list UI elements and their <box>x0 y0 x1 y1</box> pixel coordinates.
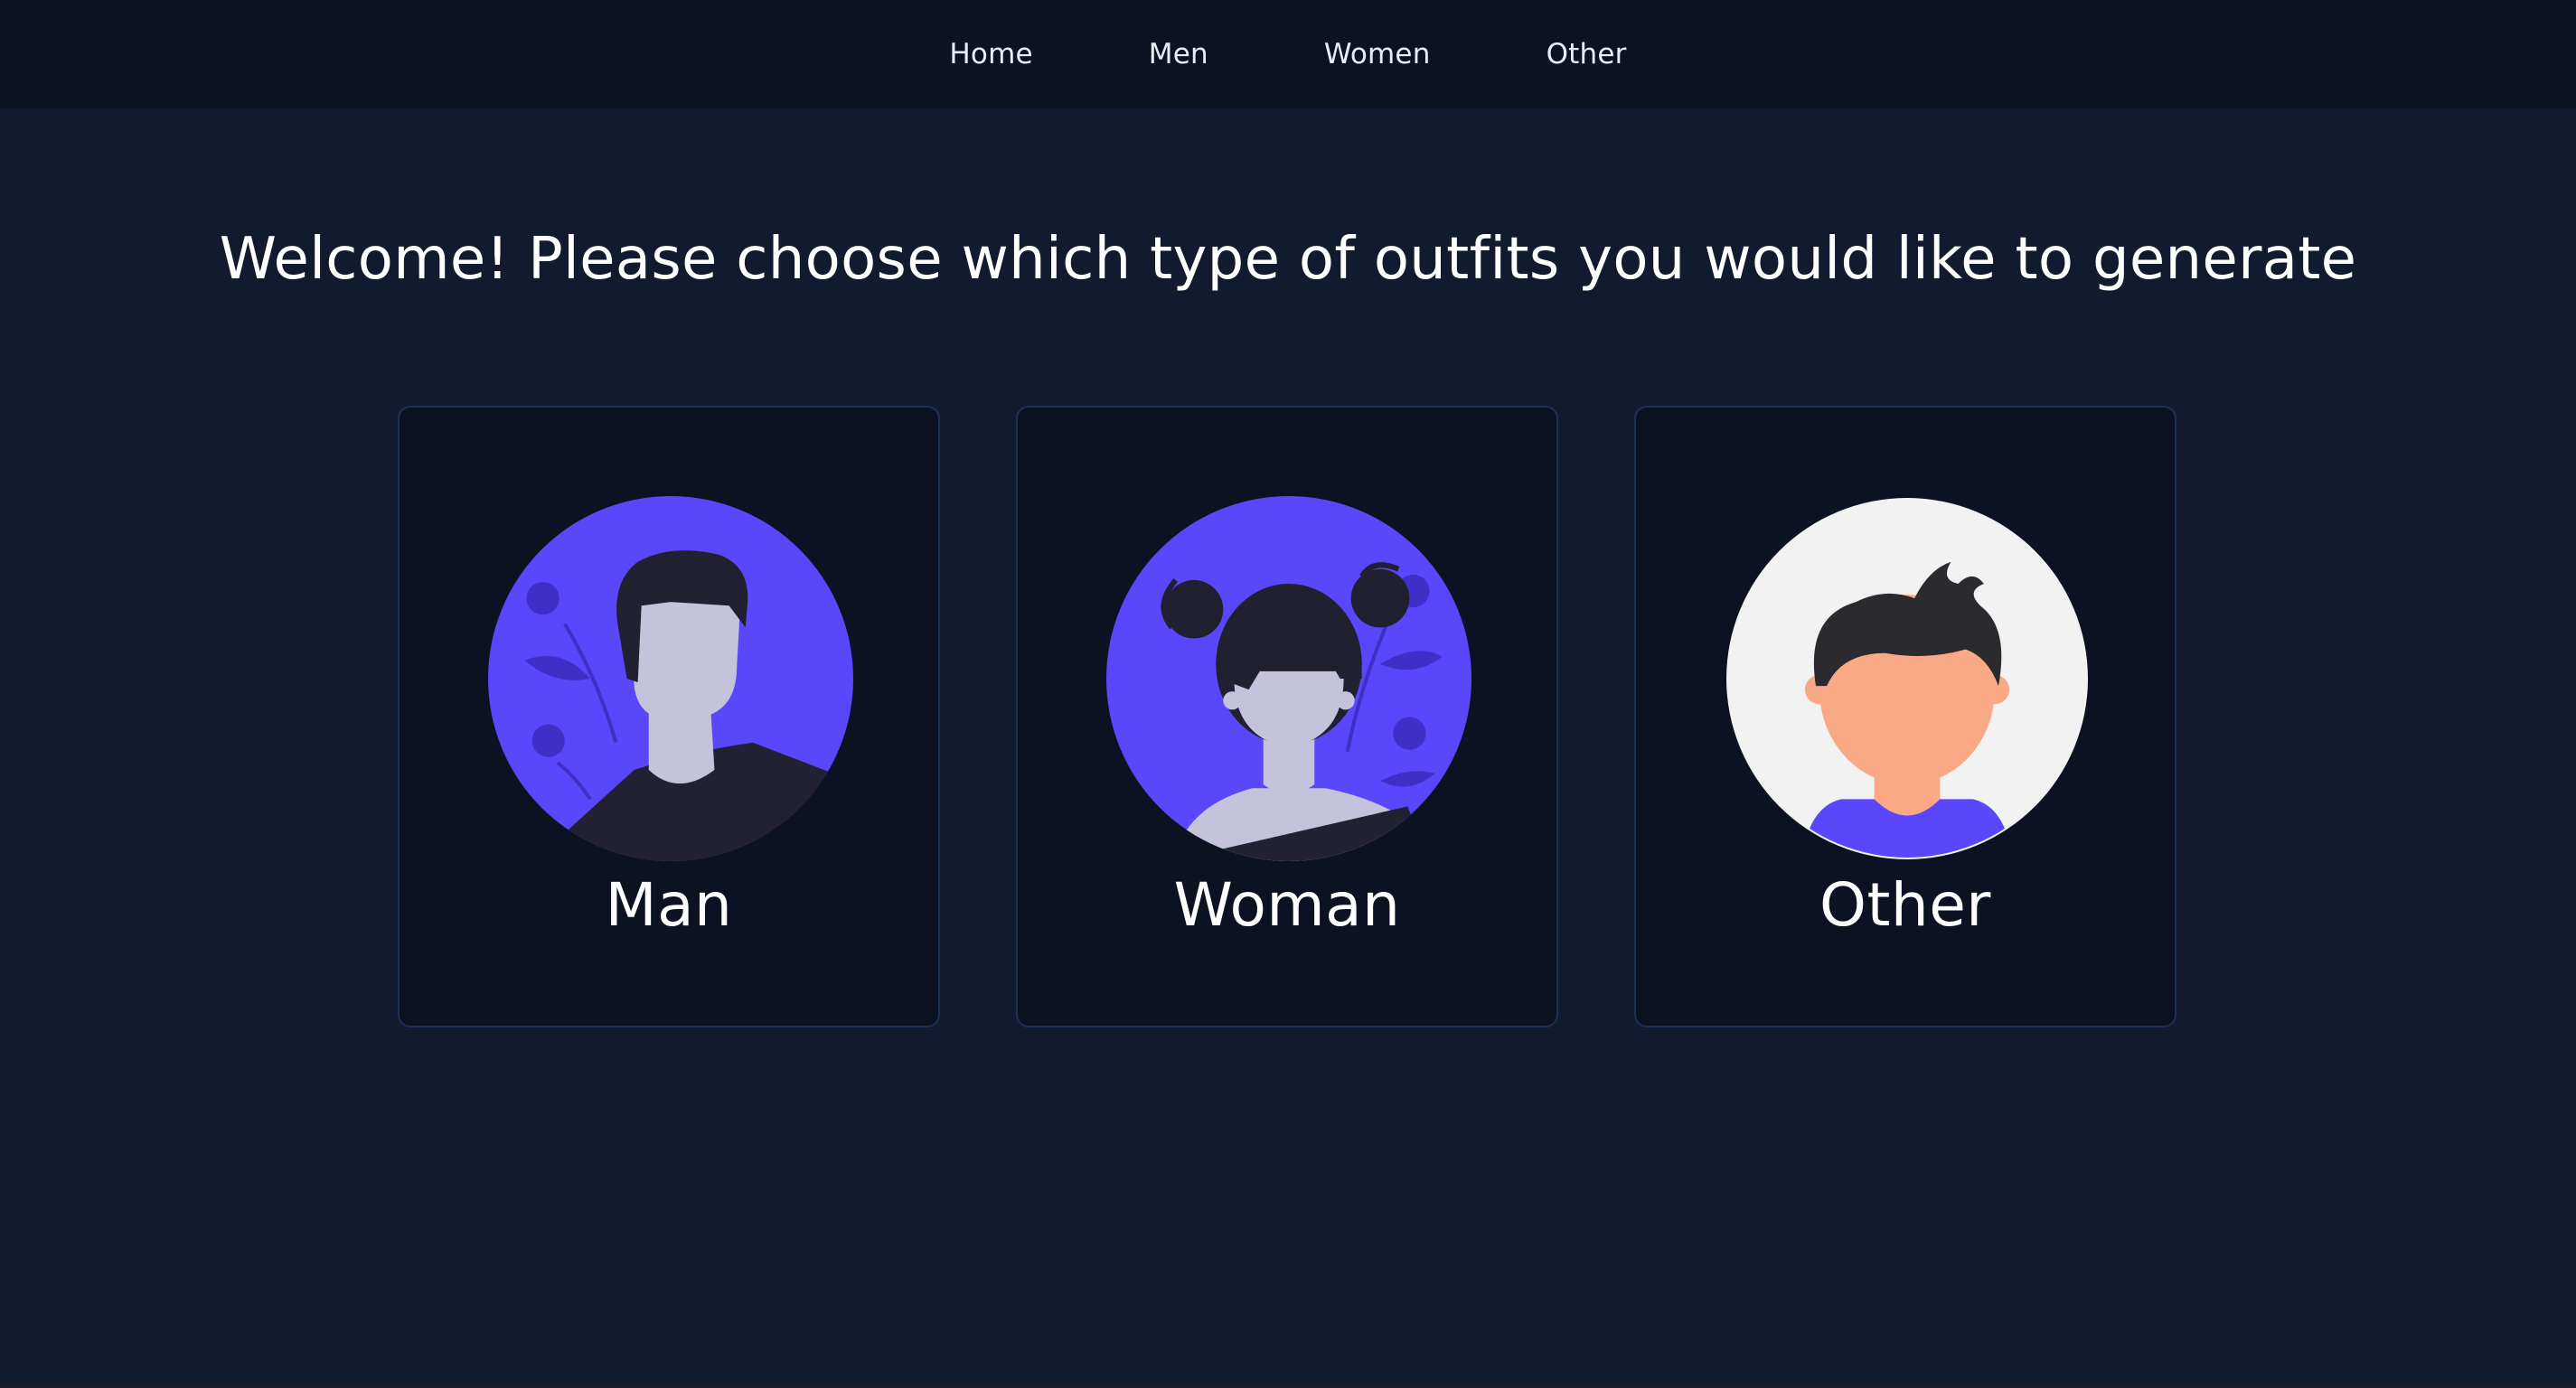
top-navbar: Home Men Women Other <box>0 0 2576 108</box>
card-man[interactable]: Man <box>398 406 940 1027</box>
page-headline: Welcome! Please choose which type of out… <box>219 226 2357 293</box>
nav-link-women[interactable]: Women <box>1324 38 1431 70</box>
nav-link-home[interactable]: Home <box>949 38 1032 70</box>
card-label-man: Man <box>605 870 733 940</box>
nav-link-men[interactable]: Men <box>1149 38 1208 70</box>
other-avatar-icon <box>1726 498 2088 859</box>
bottom-divider <box>0 1384 2576 1388</box>
card-label-other: Other <box>1819 870 1991 940</box>
man-avatar-icon <box>488 496 853 861</box>
nav-link-other[interactable]: Other <box>1547 38 1627 70</box>
card-woman[interactable]: Woman <box>1016 406 1558 1027</box>
card-label-woman: Woman <box>1173 870 1401 940</box>
card-other[interactable]: Other <box>1634 406 2176 1027</box>
woman-avatar-icon <box>1106 496 1471 861</box>
